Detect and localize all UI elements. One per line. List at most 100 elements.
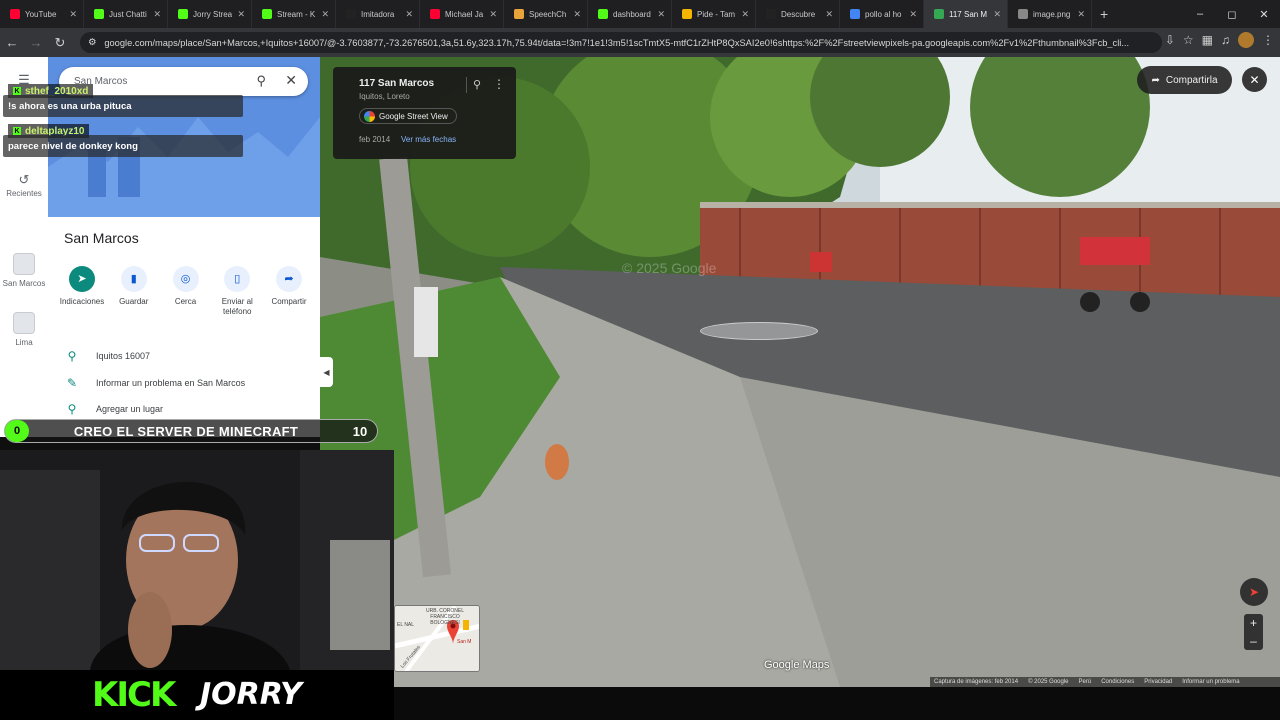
tab-title: pollo al ho [865, 9, 902, 19]
card-divider [466, 77, 467, 93]
browser-tab[interactable]: SpeechCh ✕ [504, 0, 588, 28]
tab-close-icon[interactable]: ✕ [489, 9, 497, 20]
streetview-info-card: 117 San Marcos Iquitos, Loreto ⚲ ⋮ Googl… [333, 67, 516, 159]
streamer-webcam [0, 450, 394, 670]
google-streetview-badge[interactable]: Google Street View [359, 108, 457, 124]
minimize-icon[interactable]: – [1184, 0, 1216, 28]
tab-favicon-icon [10, 9, 20, 19]
back-icon[interactable]: ← [0, 31, 24, 55]
forward-icon[interactable]: → [24, 31, 48, 55]
rail-item-san-marcos[interactable]: San Marcos [0, 253, 48, 289]
tab-close-icon[interactable]: ✕ [741, 9, 749, 20]
webcam-image [0, 450, 394, 670]
tab-favicon-icon [1018, 9, 1028, 19]
clear-search-icon[interactable]: ✕ [285, 72, 297, 89]
directions-icon: ➤ [69, 266, 95, 292]
directions-button[interactable]: ➤ Indicaciones [58, 266, 106, 317]
kick-branding-bar [0, 670, 394, 720]
browser-tab[interactable]: pollo al ho ✕ [840, 0, 924, 28]
maximize-icon[interactable]: ◻ [1216, 0, 1248, 28]
poll-right-count: 10 [352, 423, 368, 439]
window-controls: – ◻ ✕ [1184, 0, 1280, 28]
browser-tab[interactable]: Stream - K ✕ [252, 0, 336, 28]
close-window-icon[interactable]: ✕ [1248, 0, 1280, 28]
browser-tab[interactable]: Pide - Tam ✕ [672, 0, 756, 28]
tab-close-icon[interactable]: ✕ [909, 9, 917, 20]
more-dates-link[interactable]: Ver más fechas [401, 135, 456, 144]
tab-close-icon[interactable]: ✕ [237, 9, 245, 20]
browser-tab[interactable]: Michael Ja ✕ [420, 0, 504, 28]
site-info-icon[interactable]: ⚙ [88, 37, 96, 48]
more-options-icon[interactable]: ⋮ [493, 77, 505, 91]
footer-report[interactable]: Informar un problema [1182, 679, 1239, 685]
browser-tab[interactable]: Descubre ✕ [756, 0, 840, 28]
send-to-phone-button[interactable]: ▯ Enviar al teléfono [213, 266, 261, 317]
streetview-minimap[interactable]: URB. CORONEL FRANCISCO BOLOGNESI EL NAL … [394, 605, 480, 672]
browser-tab-bar: YouTube ✕ Just Chatti ✕ Jorry Strea ✕ Stream -… [0, 0, 1280, 28]
browser-tab[interactable]: image.png ✕ [1008, 0, 1092, 28]
browser-tab[interactable]: Just Chatti ✕ [84, 0, 168, 28]
tab-close-icon[interactable]: ✕ [993, 9, 1001, 20]
zoom-in-icon[interactable]: + [1250, 616, 1257, 630]
share-icon: ➦ [276, 266, 302, 292]
media-icon[interactable]: ♫ [1221, 33, 1230, 47]
footer-terms[interactable]: Condiciones [1101, 679, 1134, 685]
new-tab-icon[interactable]: + [1100, 6, 1108, 22]
kick-logo: KICK [92, 675, 176, 715]
zoom-out-icon[interactable]: – [1250, 634, 1257, 648]
tab-close-icon[interactable]: ✕ [825, 9, 833, 20]
tab-close-icon[interactable]: ✕ [69, 9, 77, 20]
tab-close-icon[interactable]: ✕ [573, 9, 581, 20]
nearby-icon: ◎ [172, 266, 199, 292]
browser-tab[interactable]: dashboard ✕ [588, 0, 672, 28]
compass-button[interactable]: ➤ [1240, 578, 1268, 606]
rail-item-recientes[interactable]: ↺ Recientes [0, 173, 48, 199]
tab-close-icon[interactable]: ✕ [321, 9, 329, 20]
tab-favicon-icon [514, 9, 524, 19]
menu-icon[interactable]: ⋮ [1262, 33, 1274, 47]
poll-text: CREO EL SERVER DE MINECRAFT [73, 423, 299, 439]
browser-tab[interactable]: YouTube ✕ [0, 0, 84, 28]
tab-close-icon[interactable]: ✕ [1077, 9, 1085, 20]
map-pin-icon[interactable]: ⚲ [473, 78, 481, 91]
place-info-list: ⚲ Iquitos 16007 ✎ Informar un problema en … [48, 343, 320, 423]
google-logo-icon [364, 110, 375, 122]
browser-tab[interactable]: Imitadora ✕ [336, 0, 420, 28]
extensions-icon[interactable]: ▦ [1202, 33, 1213, 47]
install-icon[interactable]: ⇩ [1165, 33, 1175, 47]
streetview-cursor-pointer[interactable] [700, 322, 818, 340]
rail-item-lima[interactable]: Lima [0, 312, 48, 348]
streamer-name: JORRY [200, 677, 302, 712]
share-icon: ➦ [1151, 74, 1160, 86]
nearby-button[interactable]: ◎ Cerca [162, 266, 210, 317]
close-streetview-button[interactable]: ✕ [1242, 67, 1267, 92]
share-place-button[interactable]: ➦ Compartir [265, 266, 313, 317]
tab-close-icon[interactable]: ✕ [405, 9, 413, 20]
tab-favicon-icon [850, 9, 860, 19]
poll-left-count: 0 [5, 420, 29, 442]
share-button[interactable]: ➦ Compartirla [1137, 66, 1232, 94]
address-bar[interactable]: ⚙ google.com/maps/place/San+Marcos,+Iqui… [80, 32, 1162, 53]
info-row-report[interactable]: ✎ Informar un problema en San Marcos [48, 370, 320, 397]
browser-tab[interactable]: 117 San M ✕ [924, 0, 1008, 28]
browser-tab[interactable]: Jorry Strea ✕ [168, 0, 252, 28]
search-input[interactable]: San Marcos ⚲ ✕ [59, 67, 308, 96]
footer-country[interactable]: Perú [1079, 679, 1092, 685]
tab-close-icon[interactable]: ✕ [657, 9, 665, 20]
profile-avatar[interactable] [1238, 32, 1254, 48]
footer-privacy[interactable]: Privacidad [1144, 679, 1172, 685]
info-row-address[interactable]: ⚲ Iquitos 16007 [48, 343, 320, 370]
tab-title: Pide - Tam [697, 9, 736, 19]
tab-title: 117 San M [949, 9, 988, 19]
tab-close-icon[interactable]: ✕ [153, 9, 161, 20]
tab-favicon-icon [178, 9, 188, 19]
place-title: San Marcos [64, 230, 139, 246]
info-text: Iquitos 16007 [96, 351, 151, 362]
search-icon[interactable]: ⚲ [256, 73, 266, 89]
collapse-panel-button[interactable]: ◀ [320, 357, 333, 387]
footer-copyright: © 2025 Google [1028, 679, 1069, 685]
reload-icon[interactable]: ↻ [48, 31, 72, 55]
bookmark-star-icon[interactable]: ☆ [1183, 33, 1194, 47]
tab-favicon-icon [262, 9, 272, 19]
save-button[interactable]: ▮ Guardar [110, 266, 158, 317]
